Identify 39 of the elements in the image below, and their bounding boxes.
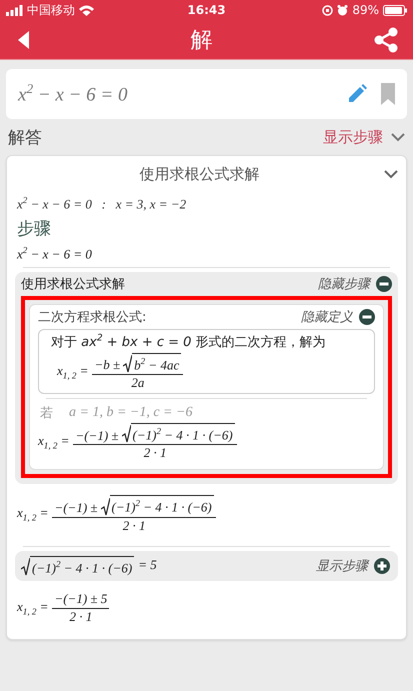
carrier-name: 中国移动 xyxy=(27,2,75,18)
page-title: 解 xyxy=(190,26,212,54)
back-button[interactable] xyxy=(18,30,30,48)
chevron-icon xyxy=(391,132,405,142)
math-formula: x$_{1, 2}$ = −(−1) ± (−1)$^{2}$ − 4 · 1 · (−6) 2 · 1 xyxy=(38,423,237,462)
share-button[interactable] xyxy=(373,26,399,52)
clock-time: 16:43 xyxy=(187,3,226,17)
hide-steps-link[interactable]: 隐藏步骤 xyxy=(318,275,392,293)
result-formula: x$^{2}$ − x − 6 = 0 : x = 3, x = −2 xyxy=(17,194,186,212)
rotation-lock-icon xyxy=(322,4,334,16)
radical-icon xyxy=(100,498,110,516)
radical-icon xyxy=(21,558,30,576)
wifi-icon xyxy=(79,4,94,16)
minus-circle-icon xyxy=(359,309,375,325)
math-formula: x$^{2}$ − x − 6 = 0 xyxy=(17,244,92,262)
radical-icon xyxy=(122,425,131,444)
math-formula: x$_{1, 2}$ = −(−1) ± (−1)$^{2}$ − 4 · 1 · (−6) 2 · 1 xyxy=(17,495,216,534)
given-label: 若 xyxy=(40,405,53,422)
steps-heading: 步骤 xyxy=(17,218,52,240)
alarm-icon xyxy=(337,4,348,16)
math-formula: (−1)$^{2}$ − 4 · 1 · (−6) = 5 xyxy=(21,556,157,576)
answer-label: 解答 xyxy=(8,126,42,148)
given-values: a = 1, b = −1, c = −6 xyxy=(69,405,192,422)
hide-definition-link[interactable]: 隐藏定义 xyxy=(301,308,375,326)
battery-icon xyxy=(383,4,408,16)
step-title: 使用求根公式求解 xyxy=(21,276,125,293)
definition-text: 对于 ax$^{2}$ + bx + c = 0 形式的二次方程，解为 xyxy=(51,333,327,351)
quadratic-formula: x$_{1, 2}$ = −b ± b$^{2}$ − 4ac 2a xyxy=(57,353,184,392)
method-title: 使用求根公式求解 xyxy=(138,164,260,184)
show-steps-link[interactable]: 显示步骤 xyxy=(323,128,405,146)
signal-icon xyxy=(6,4,23,16)
minus-circle-icon xyxy=(376,276,392,292)
plus-circle-icon xyxy=(374,558,390,574)
edit-button[interactable] xyxy=(347,84,367,104)
definition-title: 二次方程求根公式: xyxy=(38,309,146,326)
show-steps-link[interactable]: 显示步骤 xyxy=(316,556,390,575)
battery-percent: 89% xyxy=(352,3,380,17)
radical-icon xyxy=(123,355,132,374)
equation-input-field[interactable]: x$^{2}$ − x − 6 = 0 xyxy=(6,69,407,119)
